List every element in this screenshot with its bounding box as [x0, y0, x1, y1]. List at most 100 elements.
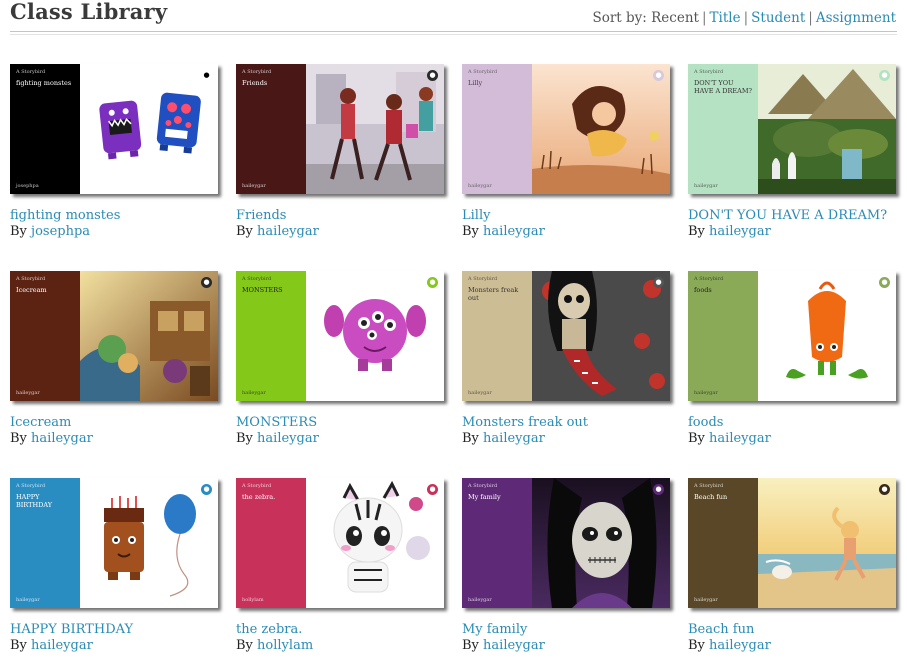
- book-title-link[interactable]: Friends: [236, 208, 444, 224]
- author-link[interactable]: haileygar: [709, 431, 771, 446]
- cover-spine: A Storybird Monsters freak out haileygar: [462, 271, 532, 401]
- by-label: By: [462, 431, 479, 446]
- book-title-link[interactable]: My family: [462, 622, 670, 638]
- cover-spine: A Storybird fighting monstes josephpa: [10, 64, 80, 194]
- book-title-link[interactable]: fighting monstes: [10, 208, 218, 224]
- sort-option-student[interactable]: Student: [751, 10, 805, 26]
- book-title-link[interactable]: the zebra.: [236, 622, 444, 638]
- by-label: By: [10, 431, 27, 446]
- cover-illustration: [758, 271, 896, 401]
- cover-spine: A Storybird Friends haileygar: [236, 64, 306, 194]
- author-link[interactable]: haileygar: [31, 638, 93, 653]
- cover-illustration: [306, 478, 444, 608]
- cover-illustration: [80, 64, 218, 194]
- cover-illustration: [306, 271, 444, 401]
- book-cover[interactable]: A Storybird MONSTERS haileygar ●: [236, 271, 444, 401]
- author-link[interactable]: haileygar: [257, 431, 319, 446]
- author-link[interactable]: haileygar: [483, 431, 545, 446]
- cover-spine: A Storybird MONSTERS haileygar: [236, 271, 306, 401]
- cover-spine: A Storybird the zebra. hollylam: [236, 478, 306, 608]
- storybird-icon: ●: [201, 277, 212, 288]
- author-link[interactable]: haileygar: [483, 638, 545, 653]
- book-cover[interactable]: A Storybird My family haileygar ●: [462, 478, 670, 608]
- cover-spine: A Storybird Beach fun haileygar: [688, 478, 758, 608]
- cover-illustration: [306, 64, 444, 194]
- storybird-icon: ●: [427, 70, 438, 81]
- book-cover[interactable]: A Storybird Friends haileygar ●: [236, 64, 444, 194]
- by-label: By: [462, 638, 479, 653]
- cover-illustration: [80, 478, 218, 608]
- cover-illustration: [758, 64, 896, 194]
- storybird-icon: ●: [427, 484, 438, 495]
- book-card: A Storybird Monsters freak out haileygar…: [462, 271, 670, 447]
- author-link[interactable]: haileygar: [483, 224, 545, 239]
- cover-spine: A Storybird My family haileygar: [462, 478, 532, 608]
- cover-illustration: [532, 478, 670, 608]
- storybird-icon: ●: [879, 277, 890, 288]
- by-label: By: [688, 638, 705, 653]
- book-title-link[interactable]: Icecream: [10, 415, 218, 431]
- author-link[interactable]: haileygar: [709, 224, 771, 239]
- storybird-icon: ●: [653, 484, 664, 495]
- by-label: By: [10, 224, 27, 239]
- cover-illustration: [80, 271, 218, 401]
- sort-option-title[interactable]: Title: [710, 10, 741, 26]
- by-label: By: [236, 638, 253, 653]
- sort-label: Sort by:: [592, 10, 647, 26]
- sort-option-recent[interactable]: Recent: [651, 10, 699, 26]
- sort-bar: Sort by: Recent | Title | Student | Assignment: [592, 10, 896, 26]
- book-card: A Storybird My family haileygar ● My fam…: [462, 478, 670, 654]
- sort-option-assignment[interactable]: Assignment: [816, 10, 896, 26]
- cover-spine: A Storybird HAPPY BIRTHDAY haileygar: [10, 478, 80, 608]
- cover-spine: A Storybird Lilly haileygar: [462, 64, 532, 194]
- author-link[interactable]: hollylam: [257, 638, 313, 653]
- cover-illustration: [758, 478, 896, 608]
- storybird-icon: ●: [879, 484, 890, 495]
- author-link[interactable]: haileygar: [257, 224, 319, 239]
- cover-illustration: [532, 64, 670, 194]
- book-title-link[interactable]: foods: [688, 415, 896, 431]
- storybird-icon: ●: [653, 70, 664, 81]
- book-title-link[interactable]: Lilly: [462, 208, 670, 224]
- book-card: A Storybird DON'T YOU HAVE A DREAM? hail…: [688, 64, 896, 240]
- book-card: A Storybird MONSTERS haileygar ● MONSTER…: [236, 271, 444, 447]
- book-cover[interactable]: A Storybird Icecream haileygar ●: [10, 271, 218, 401]
- by-label: By: [236, 431, 253, 446]
- by-label: By: [10, 638, 27, 653]
- book-cover[interactable]: A Storybird Lilly haileygar ●: [462, 64, 670, 194]
- storybird-icon: ●: [427, 277, 438, 288]
- book-title-link[interactable]: MONSTERS: [236, 415, 444, 431]
- header-divider-secondary: [10, 34, 897, 35]
- storybird-icon: ●: [653, 277, 664, 288]
- book-cover[interactable]: A Storybird HAPPY BIRTHDAY haileygar ●: [10, 478, 218, 608]
- book-cover[interactable]: A Storybird foods haileygar ●: [688, 271, 896, 401]
- cover-spine: A Storybird Icecream haileygar: [10, 271, 80, 401]
- book-title-link[interactable]: Monsters freak out: [462, 415, 670, 431]
- by-label: By: [236, 224, 253, 239]
- book-card: A Storybird foods haileygar ● foods By h…: [688, 271, 896, 447]
- cover-spine: A Storybird foods haileygar: [688, 271, 758, 401]
- storybird-icon: ●: [879, 70, 890, 81]
- book-cover[interactable]: A Storybird DON'T YOU HAVE A DREAM? hail…: [688, 64, 896, 194]
- book-title-link[interactable]: Beach fun: [688, 622, 896, 638]
- book-card: A Storybird Friends haileygar ● Friends …: [236, 64, 444, 240]
- header-divider: [10, 31, 897, 32]
- cover-illustration: [532, 271, 670, 401]
- by-label: By: [462, 224, 479, 239]
- book-cover[interactable]: A Storybird the zebra. hollylam ●: [236, 478, 444, 608]
- author-link[interactable]: haileygar: [709, 638, 771, 653]
- book-cover[interactable]: A Storybird Beach fun haileygar ●: [688, 478, 896, 608]
- page-title: Class Library: [10, 0, 168, 24]
- author-link[interactable]: haileygar: [31, 431, 93, 446]
- storybird-icon: ●: [201, 484, 212, 495]
- book-title-link[interactable]: HAPPY BIRTHDAY: [10, 622, 218, 638]
- book-cover[interactable]: A Storybird fighting monstes josephpa ●: [10, 64, 218, 194]
- book-card: A Storybird fighting monstes josephpa ● …: [10, 64, 218, 240]
- book-card: A Storybird Beach fun haileygar ● Beach …: [688, 478, 896, 654]
- storybird-icon: ●: [201, 70, 212, 81]
- cover-spine: A Storybird DON'T YOU HAVE A DREAM? hail…: [688, 64, 758, 194]
- book-card: A Storybird the zebra. hollylam ● the ze…: [236, 478, 444, 654]
- author-link[interactable]: josephpa: [31, 224, 90, 239]
- book-title-link[interactable]: DON'T YOU HAVE A DREAM?: [688, 208, 896, 224]
- book-cover[interactable]: A Storybird Monsters freak out haileygar…: [462, 271, 670, 401]
